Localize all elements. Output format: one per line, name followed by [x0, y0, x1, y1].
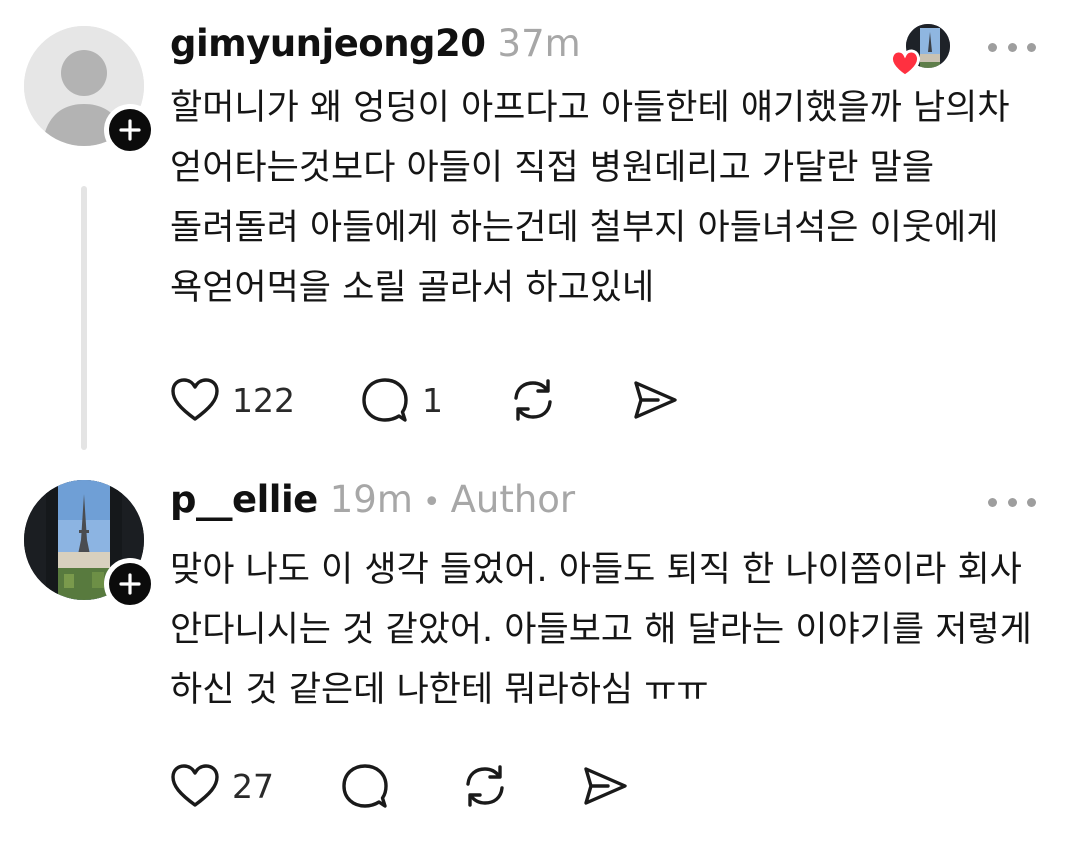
heart-outline-icon [171, 378, 219, 421]
heart-badge-icon [889, 49, 921, 78]
share-button[interactable] [580, 756, 630, 816]
like-count: 122 [232, 380, 295, 420]
like-button[interactable]: 27 [170, 756, 340, 816]
more-dot [1007, 497, 1017, 507]
more-options-button[interactable] [988, 492, 1036, 512]
action-bar: 122 1 [170, 370, 680, 430]
more-dot [1027, 497, 1036, 507]
comment-bubble-icon [362, 378, 408, 422]
heart-outline-icon [171, 764, 219, 807]
more-dot [1027, 42, 1036, 52]
repost-button[interactable] [508, 370, 630, 430]
send-paper-plane-icon [634, 381, 677, 419]
plus-icon [119, 573, 141, 595]
repost-button[interactable] [460, 756, 580, 816]
follow-button[interactable] [104, 104, 156, 156]
comment-bubble-icon [342, 764, 388, 808]
timestamp: 37m [497, 22, 581, 65]
timestamp: 19m [329, 478, 413, 521]
thread-line [81, 186, 87, 450]
post-text: 할머니가 왜 엉덩이 아프다고 아들한테 얘기했을까 남의차 얻어타는것보다 아… [170, 88, 1010, 308]
meta-separator: • [422, 485, 441, 520]
post-header: gimyunjeong20 37m [170, 22, 581, 72]
share-button[interactable] [630, 370, 680, 430]
username[interactable]: gimyunjeong20 [170, 22, 486, 65]
post-header: p__ellie 19m • Author [170, 478, 575, 528]
reply-button[interactable]: 1 [360, 370, 508, 430]
reply-button[interactable] [340, 756, 460, 816]
like-count: 27 [232, 766, 274, 806]
more-dot [1007, 42, 1017, 52]
more-options-button[interactable] [988, 37, 1036, 57]
reply-count: 1 [422, 380, 443, 420]
more-dots-icon [988, 42, 997, 52]
thread-post: gimyunjeong20 37m 할머니가 왜 엉덩이 아프다고 아들한테 얘… [0, 0, 1080, 460]
reply-post: p__ellie 19m • Author 맞아 나도 이 생각 들었어. 아들… [0, 460, 1080, 842]
username[interactable]: p__ellie [170, 478, 318, 521]
like-button[interactable]: 122 [170, 370, 360, 430]
action-bar: 27 [170, 756, 630, 816]
follow-button[interactable] [104, 558, 156, 610]
repost-arrows-icon [466, 765, 504, 807]
repost-arrows-icon [514, 379, 552, 421]
send-paper-plane-icon [584, 767, 627, 805]
author-label: Author [450, 478, 576, 521]
plus-icon [119, 119, 141, 141]
post-text: 맞아 나도 이 생각 들었어. 아들도 퇴직 한 나이쯤이라 회사 안다니시는 … [170, 550, 1032, 710]
more-dots-icon [988, 497, 997, 507]
